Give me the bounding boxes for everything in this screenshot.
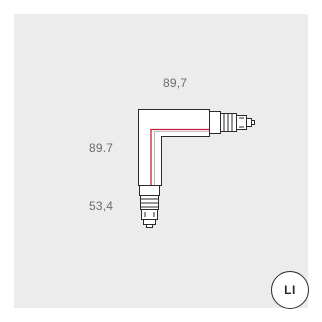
right-adapter bbox=[209, 111, 255, 134]
li-badge: LI bbox=[271, 271, 309, 309]
product-card: 89,7 89.7 53,4 LI bbox=[0, 0, 322, 322]
l-connector-drawing bbox=[138, 109, 255, 228]
badge-label: LI bbox=[284, 283, 296, 297]
connector-body bbox=[138, 109, 210, 186]
bottom-adapter bbox=[139, 185, 160, 228]
